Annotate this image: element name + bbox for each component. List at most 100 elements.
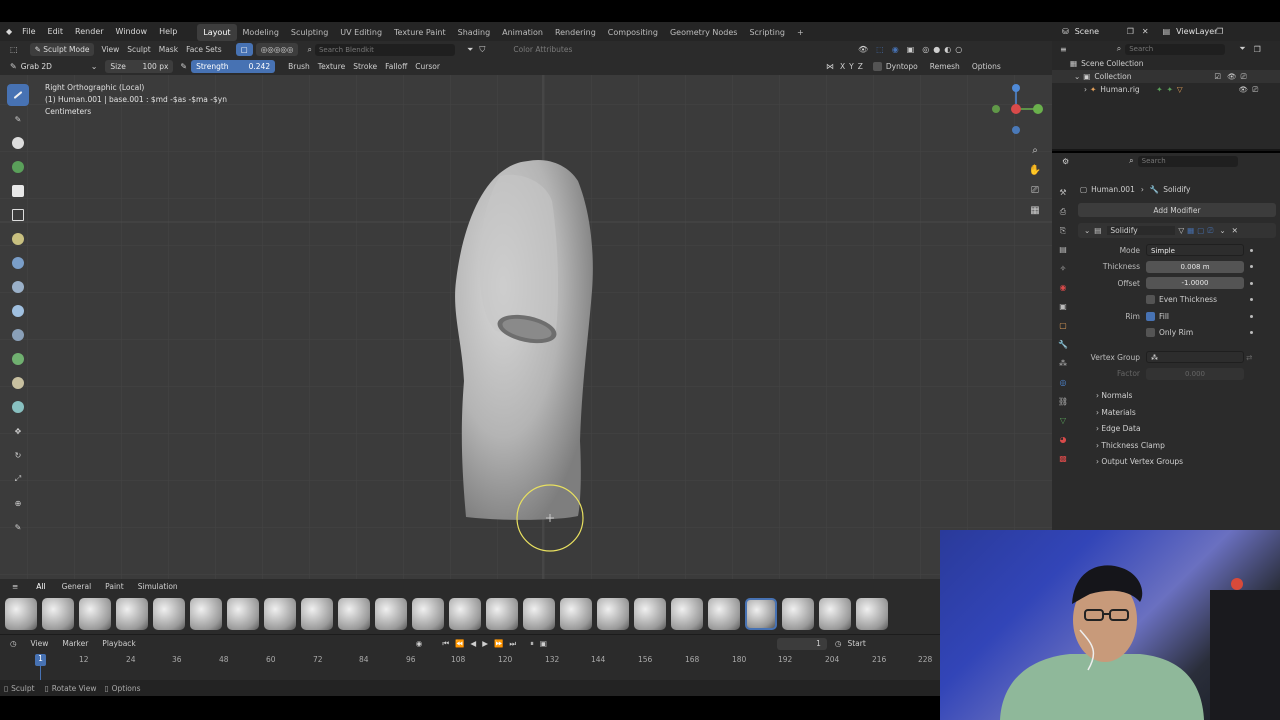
- brush-thumbnail[interactable]: [375, 598, 407, 630]
- brush-thumbnail[interactable]: [338, 598, 370, 630]
- subpanel-thickness-clamp[interactable]: › Thickness Clamp: [1076, 438, 1280, 455]
- thickness-keyframe-icon[interactable]: [1250, 265, 1253, 269]
- edit-mode-icon[interactable]: ▦: [1187, 226, 1194, 235]
- axis-z[interactable]: Z: [858, 62, 863, 71]
- factor-field[interactable]: 0.000: [1146, 367, 1244, 380]
- even-keyframe-icon[interactable]: [1250, 298, 1253, 302]
- next-key-icon[interactable]: ⏩: [494, 639, 503, 648]
- tab-animation[interactable]: Animation: [496, 24, 549, 41]
- pause-icon[interactable]: ⏸: [530, 639, 534, 649]
- scene-collection-label[interactable]: Scene Collection: [1081, 59, 1143, 68]
- asset-tab-simulation[interactable]: Simulation: [138, 582, 178, 591]
- timeline-menu-marker[interactable]: Marker: [62, 639, 88, 648]
- constraints-tab-icon[interactable]: ⛓: [1056, 392, 1070, 411]
- brush-thumbnail[interactable]: [671, 598, 703, 630]
- menu-texture[interactable]: Texture: [318, 62, 345, 71]
- face-set-tool[interactable]: [7, 252, 29, 274]
- collection-label[interactable]: Collection: [1094, 72, 1214, 81]
- size-field[interactable]: Size 100 px: [105, 60, 174, 73]
- new-collection-icon[interactable]: ❐: [1254, 45, 1261, 54]
- timeline-menu-view[interactable]: View: [31, 639, 49, 648]
- render-tab-icon[interactable]: ⎙: [1056, 202, 1070, 221]
- delete-scene-icon[interactable]: ✕: [1142, 27, 1149, 36]
- world-tab-icon[interactable]: ◉: [1056, 278, 1070, 297]
- only-rim-checkbox[interactable]: [1146, 328, 1155, 338]
- menu-view[interactable]: View: [101, 45, 119, 54]
- menu-edit[interactable]: Edit: [42, 22, 70, 41]
- menu-help[interactable]: Help: [153, 22, 183, 41]
- brush-thumbnail[interactable]: [301, 598, 333, 630]
- blender-logo-icon[interactable]: ◆: [0, 22, 16, 41]
- brush-thumbnail[interactable]: [190, 598, 222, 630]
- collection-checkbox-icon[interactable]: ☑: [1214, 72, 1221, 81]
- tab-geometry-nodes[interactable]: Geometry Nodes: [664, 24, 743, 41]
- prev-key-icon[interactable]: ⏪: [455, 639, 464, 648]
- menu-falloff[interactable]: Falloff: [385, 62, 407, 71]
- tab-scripting[interactable]: Scripting: [743, 24, 791, 41]
- shelf-menu-icon[interactable]: ≡: [12, 582, 18, 591]
- start-label[interactable]: Start: [847, 639, 865, 648]
- color-attributes-dropdown[interactable]: Color Attributes: [513, 45, 572, 54]
- rotate-tool[interactable]: ↻: [7, 444, 29, 466]
- menu-file[interactable]: File: [16, 22, 41, 41]
- fill-checkbox[interactable]: [1146, 311, 1155, 321]
- add-modifier-button[interactable]: Add Modifier: [1078, 203, 1276, 217]
- subpanel-edge-data[interactable]: › Edge Data: [1076, 421, 1280, 438]
- transform-tool[interactable]: ⊕: [7, 492, 29, 514]
- outliner-search-input[interactable]: Search: [1125, 43, 1226, 55]
- paint-tool[interactable]: [7, 156, 29, 178]
- render-display-icon[interactable]: ⎚: [1207, 226, 1213, 236]
- brush-thumbnail[interactable]: [819, 598, 851, 630]
- axis-x[interactable]: X: [840, 62, 845, 71]
- play-reverse-icon[interactable]: ◀: [470, 639, 476, 648]
- shading-wireframe-icon[interactable]: ◎: [922, 45, 929, 54]
- outliner-editor-icon[interactable]: ≡: [1060, 45, 1067, 54]
- modifier-tab-icon[interactable]: 🔧: [1056, 335, 1070, 354]
- axis-y[interactable]: Y: [849, 62, 854, 71]
- brush-thumbnail[interactable]: [449, 598, 481, 630]
- object-label[interactable]: Human.rig: [1100, 85, 1156, 94]
- shading-rendered-icon[interactable]: ○: [955, 45, 962, 54]
- brush-thumbnail-active[interactable]: [745, 598, 777, 630]
- record-icon[interactable]: ◉: [416, 639, 423, 648]
- brush-thumbnail[interactable]: [856, 598, 888, 630]
- asset-tab-all[interactable]: All: [36, 582, 45, 591]
- strength-field[interactable]: Strength 0.242: [191, 60, 276, 73]
- tab-layout[interactable]: Layout: [197, 23, 237, 41]
- pan-hand-icon[interactable]: ✋: [1028, 161, 1042, 181]
- even-thickness-checkbox[interactable]: [1146, 295, 1155, 305]
- menu-face-sets[interactable]: Face Sets: [186, 45, 222, 54]
- add-workspace-icon[interactable]: +: [791, 24, 810, 41]
- tab-sculpting[interactable]: Sculpting: [285, 24, 334, 41]
- fill-keyframe-icon[interactable]: [1250, 314, 1253, 318]
- draw-sharp-tool[interactable]: ✎: [7, 108, 29, 130]
- cloth-filter-tool[interactable]: [7, 348, 29, 370]
- jump-start-icon[interactable]: ⏮: [442, 639, 449, 649]
- dyntopo-label[interactable]: Dyntopo: [886, 62, 918, 71]
- tab-shading[interactable]: Shading: [452, 24, 497, 41]
- outliner-filter-icon[interactable]: ⏷: [1239, 44, 1245, 54]
- filter-funnel-icon[interactable]: ⏷: [467, 45, 473, 55]
- jump-end-icon[interactable]: ⏭: [509, 639, 516, 649]
- collection-camera-icon[interactable]: ⎚: [1241, 72, 1247, 82]
- on-cage-icon[interactable]: ▽: [1178, 226, 1184, 235]
- properties-editor-icon[interactable]: ⚙: [1062, 157, 1069, 166]
- remove-modifier-icon[interactable]: ✕: [1232, 226, 1238, 235]
- vertex-group-field[interactable]: ⁂: [1146, 351, 1244, 364]
- subpanel-materials[interactable]: › Materials: [1076, 405, 1280, 422]
- brush-thumbnail[interactable]: [782, 598, 814, 630]
- new-scene-icon[interactable]: ❐: [1127, 27, 1134, 36]
- tab-uv-editing[interactable]: UV Editing: [334, 24, 388, 41]
- pressure-icon[interactable]: ✎: [180, 62, 187, 71]
- brush-thumbnail[interactable]: [5, 598, 37, 630]
- brush-thumbnail[interactable]: [264, 598, 296, 630]
- remesh-label[interactable]: Remesh: [930, 62, 960, 71]
- object-expand-icon[interactable]: ›: [1084, 85, 1087, 94]
- tab-modeling[interactable]: Modeling: [237, 24, 285, 41]
- brush-thumbnail[interactable]: [116, 598, 148, 630]
- menu-mask[interactable]: Mask: [159, 45, 178, 54]
- rim-keyframe-icon[interactable]: [1250, 331, 1253, 335]
- subpanel-output-vertex-groups[interactable]: › Output Vertex Groups: [1076, 454, 1280, 471]
- object-tab-icon[interactable]: ▢: [1056, 316, 1070, 335]
- overlay-toggle-icon[interactable]: ◉: [892, 45, 899, 54]
